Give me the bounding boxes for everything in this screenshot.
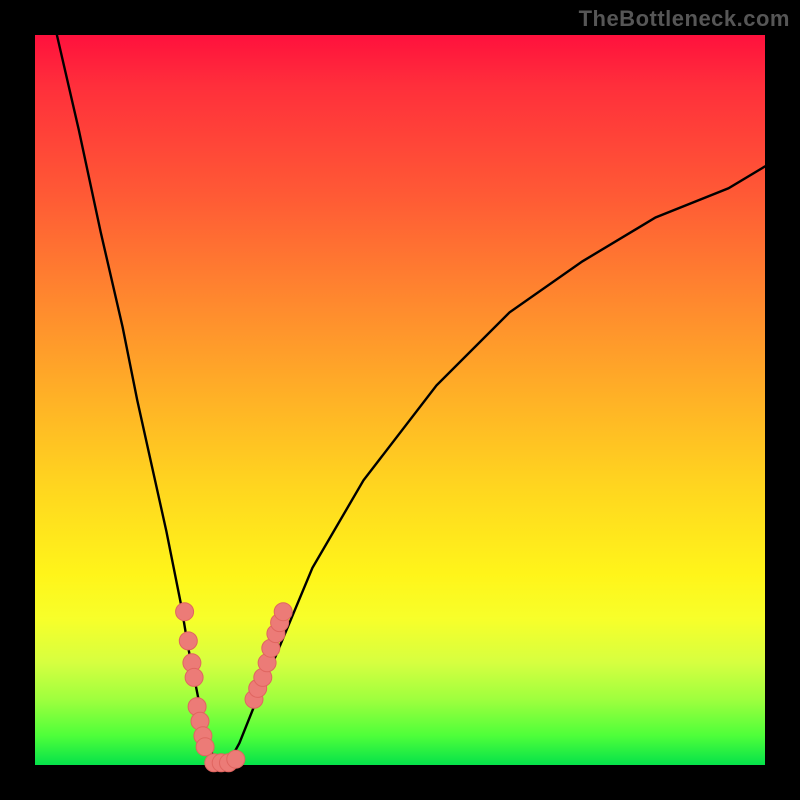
watermark-text: TheBottleneck.com bbox=[579, 6, 790, 32]
plot-area bbox=[35, 35, 765, 765]
marker-group bbox=[176, 603, 293, 772]
data-marker bbox=[176, 603, 194, 621]
data-marker bbox=[227, 750, 245, 768]
curve-path bbox=[57, 35, 765, 763]
data-marker bbox=[185, 668, 203, 686]
chart-svg bbox=[35, 35, 765, 765]
data-marker bbox=[274, 603, 292, 621]
data-marker bbox=[179, 632, 197, 650]
frame: TheBottleneck.com bbox=[0, 0, 800, 800]
data-marker bbox=[196, 738, 214, 756]
